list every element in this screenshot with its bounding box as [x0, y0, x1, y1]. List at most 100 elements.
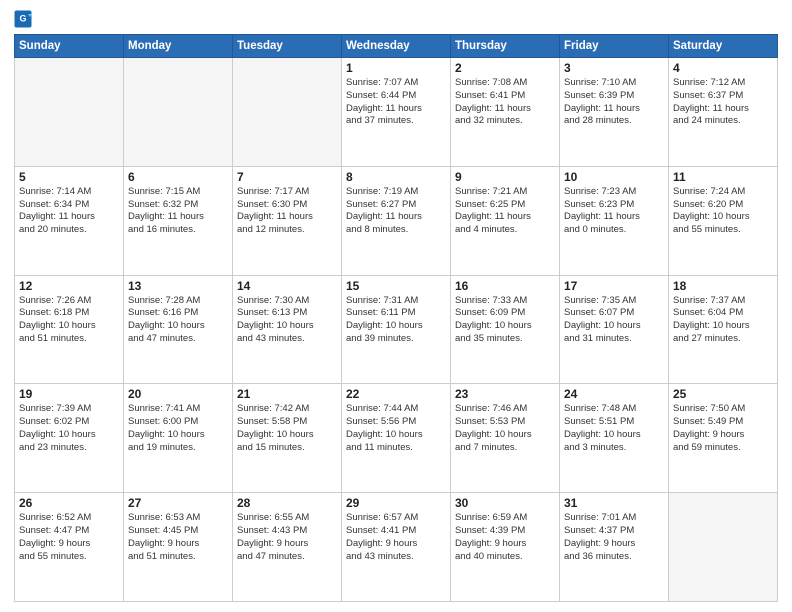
calendar-cell: 5Sunrise: 7:14 AMSunset: 6:34 PMDaylight…	[15, 166, 124, 275]
cell-line: Daylight: 11 hours	[19, 211, 119, 224]
cell-line: and 15 minutes.	[237, 442, 337, 455]
calendar-cell: 28Sunrise: 6:55 AMSunset: 4:43 PMDayligh…	[233, 493, 342, 602]
day-number: 12	[19, 279, 119, 293]
calendar-cell	[15, 58, 124, 167]
day-number: 3	[564, 61, 664, 75]
cell-line: Daylight: 11 hours	[455, 211, 555, 224]
cell-line: Daylight: 10 hours	[19, 429, 119, 442]
cell-line: and 47 minutes.	[128, 333, 228, 346]
day-number: 7	[237, 170, 337, 184]
calendar-cell: 31Sunrise: 7:01 AMSunset: 4:37 PMDayligh…	[560, 493, 669, 602]
day-number: 31	[564, 496, 664, 510]
day-number: 11	[673, 170, 773, 184]
cell-line: and 4 minutes.	[455, 224, 555, 237]
cell-line: Daylight: 10 hours	[128, 320, 228, 333]
cell-line: Sunrise: 7:26 AM	[19, 295, 119, 308]
calendar-week-row: 19Sunrise: 7:39 AMSunset: 6:02 PMDayligh…	[15, 384, 778, 493]
calendar-cell: 18Sunrise: 7:37 AMSunset: 6:04 PMDayligh…	[669, 275, 778, 384]
cell-line: Sunset: 4:41 PM	[346, 525, 446, 538]
cell-line: Daylight: 11 hours	[237, 211, 337, 224]
cell-line: Daylight: 9 hours	[346, 538, 446, 551]
cell-line: and 51 minutes.	[19, 333, 119, 346]
cell-line: Daylight: 11 hours	[128, 211, 228, 224]
cell-line: Sunrise: 7:35 AM	[564, 295, 664, 308]
cell-line: Sunrise: 6:52 AM	[19, 512, 119, 525]
cell-line: Sunset: 6:39 PM	[564, 90, 664, 103]
cell-line: Sunrise: 7:37 AM	[673, 295, 773, 308]
cell-line: Daylight: 11 hours	[346, 211, 446, 224]
cell-line: Sunrise: 7:10 AM	[564, 77, 664, 90]
day-number: 17	[564, 279, 664, 293]
cell-line: Sunset: 6:32 PM	[128, 199, 228, 212]
cell-line: Sunset: 6:44 PM	[346, 90, 446, 103]
cell-line: and 39 minutes.	[346, 333, 446, 346]
day-number: 2	[455, 61, 555, 75]
cell-line: Sunset: 6:20 PM	[673, 199, 773, 212]
cell-line: Daylight: 10 hours	[455, 320, 555, 333]
calendar-cell: 29 Sunrise: 6:57 AMSunset: 4:41 PMDayligh…	[342, 493, 451, 602]
calendar-cell: 11Sunrise: 7:24 AMSunset: 6:20 PMDayligh…	[669, 166, 778, 275]
day-number: 22	[346, 387, 446, 401]
cell-line: Daylight: 9 hours	[237, 538, 337, 551]
cell-line: Daylight: 11 hours	[455, 103, 555, 116]
cell-line: and 55 minutes.	[19, 551, 119, 564]
calendar-cell	[233, 58, 342, 167]
calendar-cell: 20Sunrise: 7:41 AMSunset: 6:00 PMDayligh…	[124, 384, 233, 493]
calendar-cell: 26Sunrise: 6:52 AMSunset: 4:47 PMDayligh…	[15, 493, 124, 602]
cell-line: Sunrise: 7:33 AM	[455, 295, 555, 308]
calendar-cell: 25Sunrise: 7:50 AMSunset: 5:49 PMDayligh…	[669, 384, 778, 493]
cell-line: and 51 minutes.	[128, 551, 228, 564]
day-number: 6	[128, 170, 228, 184]
day-number: 19	[19, 387, 119, 401]
header: G	[14, 10, 778, 28]
calendar-cell: 9Sunrise: 7:21 AMSunset: 6:25 PMDaylight…	[451, 166, 560, 275]
day-number: 24	[564, 387, 664, 401]
weekday-header-saturday: Saturday	[669, 35, 778, 58]
day-number: 4	[673, 61, 773, 75]
cell-line: Daylight: 9 hours	[564, 538, 664, 551]
cell-line: Sunset: 6:13 PM	[237, 307, 337, 320]
cell-line: Sunrise: 7:41 AM	[128, 403, 228, 416]
cell-line: Sunset: 6:00 PM	[128, 416, 228, 429]
cell-line: Sunrise: 7:39 AM	[19, 403, 119, 416]
cell-line: Sunrise: 7:21 AM	[455, 186, 555, 199]
cell-line: Sunset: 6:16 PM	[128, 307, 228, 320]
day-number: 27	[128, 496, 228, 510]
day-number: 18	[673, 279, 773, 293]
cell-line: Daylight: 10 hours	[19, 320, 119, 333]
weekday-header-friday: Friday	[560, 35, 669, 58]
calendar-cell: 4Sunrise: 7:12 AMSunset: 6:37 PMDaylight…	[669, 58, 778, 167]
cell-line: Sunrise: 7:17 AM	[237, 186, 337, 199]
weekday-header-sunday: Sunday	[15, 35, 124, 58]
cell-line: Sunset: 6:34 PM	[19, 199, 119, 212]
weekday-header-monday: Monday	[124, 35, 233, 58]
calendar-cell: 15Sunrise: 7:31 AMSunset: 6:11 PMDayligh…	[342, 275, 451, 384]
cell-line: and 32 minutes.	[455, 115, 555, 128]
cell-line: Sunset: 6:25 PM	[455, 199, 555, 212]
cell-line: Sunrise: 6:57 AM	[346, 512, 446, 525]
day-number: 29	[346, 496, 446, 510]
cell-line: Daylight: 10 hours	[346, 429, 446, 442]
calendar-cell: 10Sunrise: 7:23 AMSunset: 6:23 PMDayligh…	[560, 166, 669, 275]
cell-line: Sunset: 6:11 PM	[346, 307, 446, 320]
cell-line: Sunrise: 7:42 AM	[237, 403, 337, 416]
cell-line: Sunrise: 7:31 AM	[346, 295, 446, 308]
cell-line: and 31 minutes.	[564, 333, 664, 346]
svg-text:G: G	[19, 14, 26, 24]
calendar-cell: 24Sunrise: 7:48 AMSunset: 5:51 PMDayligh…	[560, 384, 669, 493]
calendar-cell: 21Sunrise: 7:42 AMSunset: 5:58 PMDayligh…	[233, 384, 342, 493]
cell-line: and 20 minutes.	[19, 224, 119, 237]
calendar-cell: 14Sunrise: 7:30 AMSunset: 6:13 PMDayligh…	[233, 275, 342, 384]
cell-line: Sunset: 5:53 PM	[455, 416, 555, 429]
cell-line: Sunrise: 7:08 AM	[455, 77, 555, 90]
cell-line: Sunrise: 7:01 AM	[564, 512, 664, 525]
cell-line: Daylight: 10 hours	[673, 211, 773, 224]
cell-line: Sunrise: 6:55 AM	[237, 512, 337, 525]
day-number: 26	[19, 496, 119, 510]
weekday-header-thursday: Thursday	[451, 35, 560, 58]
cell-line: and 27 minutes.	[673, 333, 773, 346]
cell-line: Daylight: 11 hours	[673, 103, 773, 116]
cell-line: Sunset: 5:58 PM	[237, 416, 337, 429]
cell-line: and 24 minutes.	[673, 115, 773, 128]
cell-line: Daylight: 10 hours	[237, 320, 337, 333]
